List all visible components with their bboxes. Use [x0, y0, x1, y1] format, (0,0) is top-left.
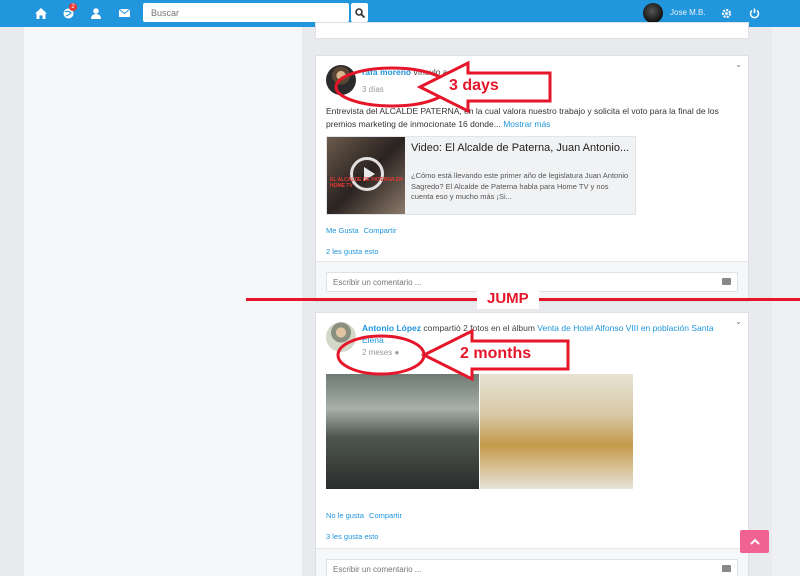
mail-icon[interactable]	[117, 6, 131, 20]
chevron-up-icon	[749, 538, 760, 545]
likes-count[interactable]: 3 les gusta esto	[326, 532, 379, 541]
post-actions: Me Gusta Compartir	[326, 226, 400, 235]
annotation-months-label: 2 months	[460, 345, 532, 362]
annotation-days-label: 3 days	[449, 77, 499, 94]
post-header: rafa moreno vínculo a video	[362, 67, 470, 77]
globe-notifications-icon[interactable]: 2	[61, 3, 77, 20]
share-link[interactable]: Compartir	[364, 226, 397, 235]
search-icon	[354, 7, 365, 18]
search-button[interactable]	[351, 3, 368, 22]
comment-area	[316, 548, 748, 576]
scroll-to-top-button[interactable]	[740, 530, 769, 553]
show-more-link[interactable]: Mostrar más	[503, 119, 550, 129]
post-target-link[interactable]: video	[450, 67, 470, 77]
post-action-text: vínculo a	[413, 67, 448, 77]
post-author-link[interactable]: Antonio López	[362, 323, 421, 333]
post-header: Antonio López compartió 2 fotos en el ál…	[362, 322, 732, 346]
share-link[interactable]: Compartir	[369, 511, 402, 520]
power-icon[interactable]	[747, 6, 761, 20]
post-card-photos: ⌄ Antonio López compartió 2 fotos en el …	[315, 312, 749, 576]
post-timestamp[interactable]: 2 meses ●	[362, 348, 399, 357]
video-description: ¿Cómo está llevando este primer año de l…	[411, 171, 629, 201]
chevron-down-icon[interactable]: ⌄	[735, 60, 742, 69]
video-thumbnail[interactable]: EL ALCALDE DE PATERNA EN HOME TV	[327, 137, 405, 214]
left-sidebar	[24, 27, 302, 576]
chevron-down-icon[interactable]: ⌄	[735, 317, 742, 326]
like-link[interactable]: Me Gusta	[326, 226, 359, 235]
video-thumbnail-caption: EL ALCALDE DE PATERNA EN HOME TV	[330, 177, 403, 189]
previous-post-card	[315, 22, 749, 39]
gear-icon[interactable]	[719, 6, 733, 20]
jump-label: JUMP	[477, 289, 539, 309]
search-input[interactable]	[144, 4, 348, 21]
post-action-text: compartió 2 fotos en el álbum	[423, 323, 535, 333]
search-box	[143, 3, 349, 22]
post-author-avatar[interactable]	[326, 65, 356, 95]
post-timestamp-text: 2 meses	[362, 348, 393, 357]
album-photo-kitchen[interactable]	[326, 374, 479, 489]
post-timestamp[interactable]: 3 días	[362, 85, 384, 94]
right-gutter	[772, 27, 800, 576]
globe-small-icon: ●	[394, 348, 400, 357]
camera-icon[interactable]	[722, 278, 731, 285]
likes-count[interactable]: 2 les gusta esto	[326, 247, 379, 256]
post-author-link[interactable]: rafa moreno	[362, 67, 411, 77]
notification-badge: 2	[69, 3, 77, 11]
home-icon[interactable]	[34, 6, 48, 20]
user-name[interactable]: Jose M.B.	[670, 8, 706, 17]
comment-box	[326, 559, 738, 576]
post-author-avatar[interactable]	[326, 322, 356, 352]
post-text: Entrevista del ALCALDE PATERNA, en la cu…	[326, 105, 746, 131]
album-photo-dining-room[interactable]	[480, 374, 633, 489]
video-title[interactable]: Video: El Alcalde de Paterna, Juan Anton…	[411, 142, 633, 155]
user-avatar[interactable]	[643, 3, 663, 23]
post-actions: No le gusta Compartir	[326, 511, 405, 520]
user-icon[interactable]	[89, 6, 103, 20]
like-link[interactable]: No le gusta	[326, 511, 364, 520]
video-preview[interactable]: EL ALCALDE DE PATERNA EN HOME TV Video: …	[326, 136, 636, 215]
comment-input[interactable]	[327, 560, 696, 576]
post-card-video: ⌄ rafa moreno vínculo a video 3 días Ent…	[315, 55, 749, 302]
camera-icon[interactable]	[722, 565, 731, 572]
